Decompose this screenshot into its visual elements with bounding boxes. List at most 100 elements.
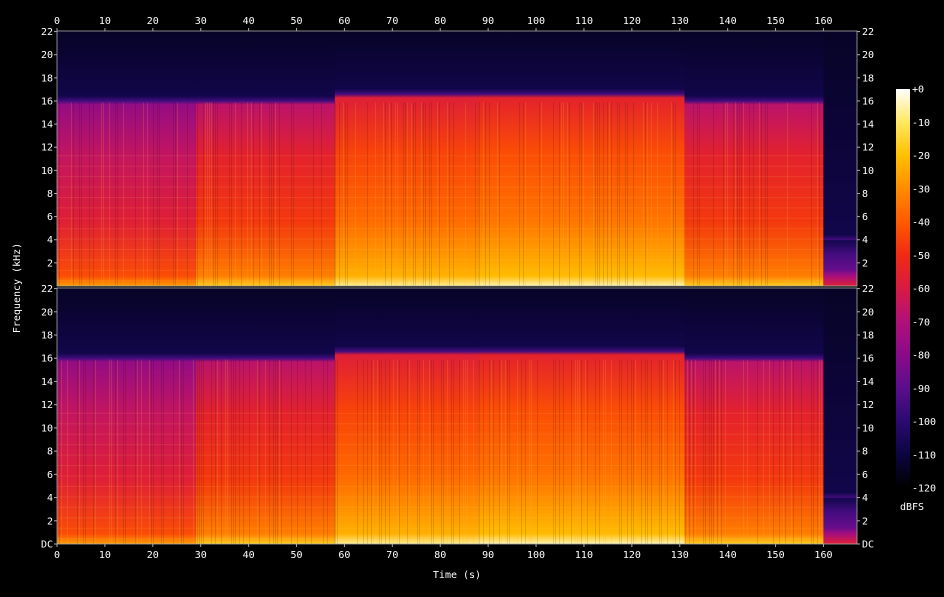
x-tick-label: 130 <box>671 550 689 561</box>
y-tick-label: 2 <box>862 516 868 527</box>
x-tick-label: 70 <box>386 16 398 27</box>
y-tick-label: 2 <box>47 516 53 527</box>
y-tick-label: 6 <box>862 212 868 223</box>
y-tick-label: 18 <box>862 331 874 342</box>
y-tick-label: 8 <box>47 447 53 458</box>
x-tick-label: 120 <box>623 16 641 27</box>
x-tick-label: 110 <box>575 550 593 561</box>
y-tick-label: 4 <box>862 493 868 504</box>
x-axis-label: Time (s) <box>433 570 481 581</box>
y-tick-label: 12 <box>862 400 874 411</box>
colorbar-tick-label: -100 <box>912 417 936 428</box>
spectrogram-segment <box>823 31 857 286</box>
x-tick-label: 110 <box>575 16 593 27</box>
y-tick-label: 18 <box>41 331 53 342</box>
x-tick-label: 100 <box>527 550 545 561</box>
colorbar-tick-label: -110 <box>912 450 936 461</box>
x-tick-label: 160 <box>814 16 832 27</box>
colorbar-tick-label: -50 <box>912 251 930 262</box>
y-tick-label: 14 <box>862 120 874 131</box>
y-tick-label: 20 <box>41 307 53 318</box>
y-tick-label: 8 <box>862 189 868 200</box>
x-tick-label: 150 <box>767 16 785 27</box>
x-tick-label: 0 <box>54 550 60 561</box>
y-tick-label: 10 <box>41 166 53 177</box>
x-tick-label: 100 <box>527 16 545 27</box>
spectrogram-chart: 22 22 20 20 18 18 16 16 14 14 12 12 10 10 8 8 6 6 4 4 2 2 22 22… <box>0 0 944 593</box>
y-tick-label: 22 <box>862 27 874 38</box>
y-tick-label: 8 <box>862 447 868 458</box>
colorbar-tick-label: -90 <box>912 384 930 395</box>
x-tick-label: 70 <box>386 550 398 561</box>
x-tick-label: 30 <box>195 16 207 27</box>
y-tick-label: 18 <box>41 73 53 84</box>
y-tick-label: 4 <box>47 493 53 504</box>
y-tick-label: 2 <box>862 258 868 269</box>
y-tick-label: 4 <box>47 235 53 246</box>
x-tick-label: 140 <box>719 16 737 27</box>
colorbar-tick-label: -30 <box>912 184 930 195</box>
y-tick-label: DC <box>862 540 874 551</box>
y-tick-label: 18 <box>862 73 874 84</box>
spectrogram-svg: 22 2220 2018 1816 1614 1412 1210 108 86 64 42 222 22… <box>12 16 936 581</box>
x-tick-label: 0 <box>54 16 60 27</box>
x-tick-label: 120 <box>623 550 641 561</box>
y-tick-label: 10 <box>862 423 874 434</box>
y-tick-label: 12 <box>41 143 53 154</box>
x-tick-label: 30 <box>195 550 207 561</box>
y-tick-label: 10 <box>862 166 874 177</box>
y-tick-label: 6 <box>47 470 53 481</box>
y-tick-label: 16 <box>41 354 53 365</box>
x-tick-label: 160 <box>814 550 832 561</box>
x-tick-label: 40 <box>243 16 255 27</box>
colorbar-tick-label: -120 <box>912 484 936 495</box>
x-tick-label: 20 <box>147 550 159 561</box>
y-tick-label: 8 <box>47 189 53 200</box>
x-tick-label: 60 <box>338 550 350 561</box>
x-tick-label: 90 <box>482 16 494 27</box>
x-tick-label: 60 <box>338 16 350 27</box>
spectrogram-segment <box>195 31 335 286</box>
spectrogram-segment <box>334 31 479 286</box>
spectrogram-segment <box>334 288 479 544</box>
y-tick-label: 12 <box>41 400 53 411</box>
y-tick-label: 2 <box>47 258 53 269</box>
x-tick-label: 150 <box>767 550 785 561</box>
colorbar <box>896 89 910 488</box>
colorbar-tick-label: +0 <box>912 85 924 96</box>
colorbar-tick-label: -10 <box>912 118 930 129</box>
x-tick-label: 10 <box>99 16 111 27</box>
y-tick-label: 16 <box>41 96 53 107</box>
x-tick-label: 140 <box>719 550 737 561</box>
y-tick-label: 20 <box>41 50 53 61</box>
colorbar-label: dBFS <box>900 502 924 513</box>
y-axis-label: Frequency (kHz) <box>12 243 23 333</box>
x-tick-label: 50 <box>290 16 302 27</box>
y-tick-label: 4 <box>862 235 868 246</box>
colorbar-tick-label: -80 <box>912 351 930 362</box>
y-tick-label: 10 <box>41 423 53 434</box>
x-tick-label: 10 <box>99 550 111 561</box>
y-tick-label: 22 <box>41 27 53 38</box>
colorbar-tick-label: -70 <box>912 317 930 328</box>
spectrogram-segment <box>823 288 857 544</box>
x-tick-label: 20 <box>147 16 159 27</box>
x-tick-label: 80 <box>434 16 446 27</box>
spectrogram-segment <box>684 31 824 286</box>
y-tick-label: 6 <box>862 470 868 481</box>
x-tick-label: 80 <box>434 550 446 561</box>
y-tick-label: 20 <box>862 307 874 318</box>
y-tick-label: 22 <box>862 284 874 295</box>
x-tick-label: 40 <box>243 550 255 561</box>
x-tick-label: 50 <box>290 550 302 561</box>
colorbar-tick-label: -60 <box>912 284 930 295</box>
y-tick-label: 14 <box>41 120 53 131</box>
y-tick-label: 14 <box>862 377 874 388</box>
x-tick-label: 130 <box>671 16 689 27</box>
colorbar-tick-label: -20 <box>912 151 930 162</box>
y-tick-label: 20 <box>862 50 874 61</box>
x-tick-label: 90 <box>482 550 494 561</box>
y-tick-label: 6 <box>47 212 53 223</box>
y-tick-label: 16 <box>862 96 874 107</box>
y-tick-label: 14 <box>41 377 53 388</box>
